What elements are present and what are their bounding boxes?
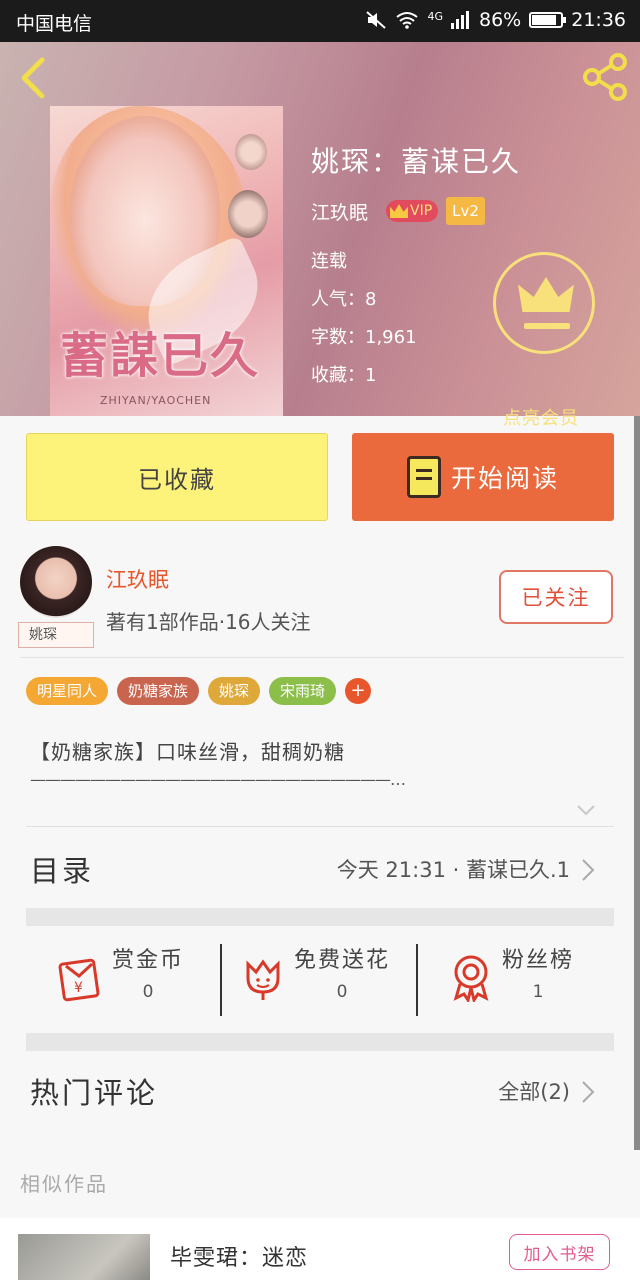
vip-promo-label[interactable]: 点亮会员 — [503, 404, 579, 430]
book-intro: 【奶糖家族】口味丝滑，甜稠奶糖 — [30, 740, 345, 764]
stat-value: 0 — [336, 982, 348, 1002]
tag-chip[interactable]: 奶糖家族 — [117, 677, 200, 705]
author-row: 江玖眠 VIP Lv2 — [311, 197, 485, 225]
crown-icon — [518, 277, 574, 312]
favorite-count: 收藏：1 — [311, 365, 377, 386]
book-intro-continued: ————————————————————————… — [30, 770, 406, 789]
status-icons: 4G 86% 21:36 — [365, 9, 626, 31]
book-header: 蓄謀已久 ZHIYAN/YAOCHEN 姚琛：蓄谋已久 江玖眠 VIP Lv2 … — [0, 42, 640, 429]
avatar-tag: 姚琛 — [18, 622, 94, 648]
book-icon — [406, 456, 441, 498]
collected-button[interactable]: 已收藏 — [26, 433, 328, 521]
chevron-right-icon — [582, 1081, 595, 1103]
serial-status: 连载 — [311, 251, 347, 272]
list-item[interactable]: 毕雯珺：迷恋 加入书架 — [0, 1218, 640, 1280]
tag-chip[interactable]: 宋雨琦 — [269, 677, 337, 705]
stat-title: 赏金币 — [112, 948, 185, 973]
stat-title: 免费送花 — [294, 948, 391, 973]
mute-icon — [366, 11, 387, 29]
free-flowers-stat[interactable]: 免费送花 0 — [294, 942, 390, 1002]
crown-icon — [390, 204, 409, 218]
book-title: 姚琛：蓄谋已久 — [311, 145, 522, 178]
stat-title: 粉丝榜 — [502, 948, 575, 973]
cover-portrait — [228, 190, 268, 238]
share-button[interactable] — [580, 52, 630, 102]
chevron-down-icon[interactable] — [576, 800, 596, 820]
hot-comments-row[interactable]: 热门评论 全部(2) — [0, 1060, 640, 1124]
clock: 21:36 — [571, 9, 626, 31]
all-comments-link[interactable]: 全部(2) — [498, 1076, 570, 1106]
crown-base — [524, 323, 570, 329]
more-tags-button[interactable]: + — [345, 678, 372, 704]
carrier-label: 中国电信 — [16, 13, 93, 35]
author-name[interactable]: 江玖眠 — [311, 198, 368, 225]
section-separator — [26, 908, 614, 926]
divider — [416, 944, 418, 1016]
word-count: 字数：1,961 — [311, 327, 417, 348]
divider — [20, 657, 624, 658]
status-bar: 中国电信 4G 86% 21:36 — [0, 0, 640, 42]
avatar[interactable] — [20, 546, 92, 618]
divider — [26, 826, 614, 827]
cover-subtitle: ZHIYAN/YAOCHEN — [100, 394, 212, 407]
red-envelope-icon[interactable]: ¥ — [56, 956, 102, 1002]
author-description: 著有1部作品·16人关注 — [106, 610, 311, 634]
battery-percent: 86% — [479, 9, 522, 31]
chevron-right-icon — [582, 859, 595, 881]
medal-icon[interactable] — [450, 954, 492, 1002]
tag-chip[interactable]: 明星同人 — [26, 677, 109, 705]
start-reading-label: 开始阅读 — [450, 464, 559, 493]
svg-text:¥: ¥ — [74, 980, 83, 996]
tag-list: 明星同人 奶糖家族 姚琛 宋雨琦 + — [26, 677, 372, 705]
follow-button[interactable]: 已关注 — [499, 570, 613, 624]
add-to-shelf-button[interactable]: 加入书架 — [509, 1234, 610, 1270]
battery-icon — [529, 12, 567, 28]
similar-book-title[interactable]: 毕雯珺：迷恋 — [170, 1240, 308, 1272]
hot-comments-label: 热门评论 — [30, 1076, 159, 1110]
toc-label: 目录 — [30, 854, 95, 888]
stat-value: 0 — [142, 982, 154, 1002]
book-detail-page: 中国电信 4G 86% 21:36 蓄謀已久 ZHIYAN/YAOCHEN 姚琛… — [0, 0, 640, 1280]
similar-book-cover[interactable] — [18, 1234, 150, 1280]
vip-badge: VIP — [386, 200, 439, 222]
wifi-icon — [396, 12, 419, 29]
level-badge: Lv2 — [446, 197, 485, 225]
author-link[interactable]: 江玖眠 — [106, 564, 169, 594]
stat-value: 1 — [532, 982, 544, 1002]
stats-row: ¥ 赏金币 0 免费送花 0 粉丝榜 1 — [0, 930, 640, 1030]
vip-label: VIP — [410, 203, 433, 219]
start-reading-button[interactable]: 开始阅读 — [352, 433, 614, 521]
scrollbar[interactable] — [634, 416, 640, 1150]
network-type: 4G — [427, 9, 443, 23]
fan-ranking-stat[interactable]: 粉丝榜 1 — [502, 942, 574, 1002]
author-section: 姚琛 江玖眠 著有1部作品·16人关注 已关注 — [0, 540, 640, 658]
table-of-contents-row[interactable]: 目录 今天 21:31 · 蓄谋已久.1 — [0, 838, 640, 902]
vip-promo-button[interactable] — [493, 252, 595, 354]
reward-coins-stat[interactable]: 赏金币 0 — [112, 942, 184, 1002]
section-separator — [26, 1033, 614, 1051]
popularity: 人气：8 — [311, 289, 377, 310]
book-cover[interactable]: 蓄謀已久 ZHIYAN/YAOCHEN — [50, 106, 283, 416]
cover-portrait — [235, 134, 267, 170]
flower-icon[interactable] — [242, 956, 284, 1002]
signal-icon — [451, 11, 469, 29]
cover-title: 蓄謀已久 — [60, 328, 261, 384]
similar-works-label: 相似作品 — [20, 1172, 108, 1196]
back-button[interactable] — [14, 56, 54, 100]
tag-chip[interactable]: 姚琛 — [208, 677, 261, 705]
latest-chapter: 今天 21:31 · 蓄谋已久.1 — [336, 858, 570, 882]
divider — [220, 944, 222, 1016]
